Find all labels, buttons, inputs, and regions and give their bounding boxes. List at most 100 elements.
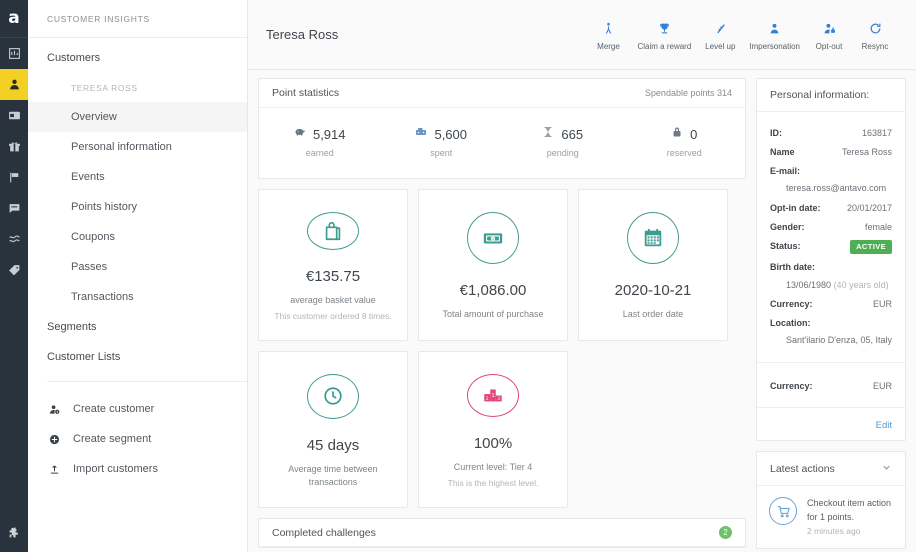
nav-item-personal-information[interactable]: Personal information bbox=[28, 132, 247, 162]
opt-out-button[interactable]: Opt-out bbox=[806, 18, 852, 51]
kpi-avg-time-value: 45 days bbox=[306, 436, 360, 454]
impersonation-button[interactable]: Impersonation bbox=[743, 18, 806, 51]
upload-icon bbox=[47, 464, 61, 475]
pi-value-birthdate: 13/06/1980 (40 years old) bbox=[770, 277, 892, 295]
kpi-circle-basket bbox=[307, 212, 359, 250]
merge-person-icon bbox=[602, 18, 615, 38]
pi-value-id: 163817 bbox=[861, 127, 892, 138]
pi-key-name: Name bbox=[770, 146, 795, 157]
opt-out-label: Opt-out bbox=[815, 42, 843, 51]
chevron-down-icon[interactable] bbox=[881, 462, 892, 476]
pi-row-location: Location: bbox=[770, 313, 892, 332]
kpi-last-order-value: 2020-10-21 bbox=[614, 282, 692, 299]
nav-item-overview[interactable]: Overview bbox=[28, 102, 247, 132]
logo-glyph: a bbox=[8, 8, 20, 28]
latest-actions-title: Latest actions bbox=[770, 462, 835, 475]
import-customers-label: Import customers bbox=[73, 463, 158, 475]
nav-actions: Create customer Create segment Import cu… bbox=[28, 382, 247, 484]
rail-item-messages[interactable] bbox=[0, 193, 28, 224]
rail-item-campaigns[interactable] bbox=[0, 162, 28, 193]
app-logo[interactable]: a bbox=[0, 0, 28, 38]
personal-information-title: Personal information: bbox=[757, 79, 905, 112]
right-column: Personal information: ID: 163817 Name Te… bbox=[756, 78, 906, 552]
pi-key-currency-2: Currency: bbox=[770, 380, 813, 391]
kpi-basket-sub2: This customer ordered 8 times. bbox=[274, 310, 392, 321]
latest-actions-header[interactable]: Latest actions bbox=[757, 452, 905, 487]
rail-item-wallet[interactable] bbox=[0, 100, 28, 131]
completed-challenges-title: Completed challenges bbox=[272, 526, 376, 539]
pi-row-status: Status: ACTIVE bbox=[770, 236, 892, 257]
pi-value-name: Teresa Ross bbox=[841, 146, 892, 157]
rail-item-dashboard[interactable] bbox=[0, 38, 28, 69]
create-segment-button[interactable]: Create segment bbox=[28, 424, 247, 454]
lock-icon bbox=[671, 125, 683, 143]
pi-value-currency: EUR bbox=[872, 298, 892, 309]
create-customer-button[interactable]: Create customer bbox=[28, 394, 247, 424]
kpi-circle-money bbox=[467, 212, 519, 264]
nav-item-segments[interactable]: Segments bbox=[28, 312, 247, 342]
left-column: Point statistics Spendable points 314 5,… bbox=[258, 78, 746, 552]
stat-spent-row: 5,600 bbox=[415, 125, 467, 143]
pi-value-optin: 20/01/2017 bbox=[846, 202, 892, 213]
nav-item-transactions[interactable]: Transactions bbox=[28, 282, 247, 312]
completed-challenges-count: 2 bbox=[719, 526, 732, 539]
tag-icon bbox=[8, 265, 19, 276]
rail-item-tags[interactable] bbox=[0, 255, 28, 286]
status-badge: ACTIVE bbox=[850, 239, 892, 254]
svg-text:3: 3 bbox=[497, 396, 500, 401]
rail-item-integrations[interactable] bbox=[0, 512, 28, 552]
stat-spent: 5,600 spent bbox=[381, 125, 503, 158]
pi-value-location: Sant'ilario D'enza, 05, Italy bbox=[786, 335, 892, 346]
add-user-icon bbox=[47, 404, 61, 415]
customers-icon bbox=[9, 79, 19, 90]
page-title: Teresa Ross bbox=[266, 27, 339, 42]
claim-reward-button[interactable]: Claim a reward bbox=[632, 18, 698, 51]
flag-icon bbox=[9, 172, 18, 183]
rail-item-flows[interactable] bbox=[0, 224, 28, 255]
rail-item-rewards[interactable] bbox=[0, 131, 28, 162]
nav-item-passes[interactable]: Passes bbox=[28, 252, 247, 282]
kpi-level-sub: Current level: Tier 4 bbox=[453, 461, 533, 472]
pi-birthdate-value: 13/06/1980 bbox=[786, 279, 832, 290]
resync-label: Resync bbox=[861, 42, 889, 51]
header-actions: Merge Claim a reward Level up Impersonat… bbox=[586, 18, 899, 51]
pi-birthdate-age: (40 years old) bbox=[833, 279, 889, 290]
kpi-row-1: €135.75 average basket value This custom… bbox=[258, 189, 746, 341]
completed-challenges-header[interactable]: Completed challenges 2 bbox=[259, 519, 745, 547]
svg-text:2: 2 bbox=[486, 396, 489, 402]
pi-key-optin: Opt-in date: bbox=[770, 202, 821, 213]
kpi-avg-time-sub: Average time between transactions bbox=[288, 463, 378, 487]
rail-item-customers[interactable] bbox=[0, 69, 28, 100]
latest-action-text: Checkout item action for 1 points. 2 min… bbox=[807, 497, 891, 536]
spendable-points: Spendable points 314 bbox=[644, 88, 732, 98]
pi-value-email: teresa.ross@antavo.com bbox=[786, 183, 887, 194]
merge-button[interactable]: Merge bbox=[586, 18, 632, 51]
stat-spent-value: 5,600 bbox=[434, 126, 468, 142]
pi-row-currency: Currency: EUR bbox=[770, 294, 892, 313]
nav-item-points-history[interactable]: Points history bbox=[28, 192, 247, 222]
podium-icon: 1 2 3 bbox=[484, 389, 502, 402]
edit-link[interactable]: Edit bbox=[876, 420, 892, 431]
pi-key-currency: Currency: bbox=[770, 298, 813, 309]
nav-root-customers[interactable]: Customers bbox=[28, 43, 247, 73]
nav-item-events[interactable]: Events bbox=[28, 162, 247, 192]
main-area: Teresa Ross Merge Claim a reward Level u… bbox=[248, 0, 916, 552]
import-customers-button[interactable]: Import customers bbox=[28, 454, 247, 484]
nav-group-customers: Customers TERESA ROSS Overview Personal … bbox=[28, 38, 247, 372]
wallet-icon bbox=[8, 111, 20, 120]
nav-item-customer-lists[interactable]: Customer Lists bbox=[28, 342, 247, 372]
stat-pending-row: 665 bbox=[542, 125, 583, 143]
nav-item-coupons[interactable]: Coupons bbox=[28, 222, 247, 252]
create-segment-label: Create segment bbox=[73, 433, 152, 445]
create-customer-label: Create customer bbox=[73, 403, 155, 415]
nav-current-customer: TERESA ROSS bbox=[71, 82, 138, 93]
point-statistics-title: Point statistics bbox=[272, 87, 340, 99]
app-root: a CUSTOMER INSIGHTS Customers TERESA ROS… bbox=[0, 0, 916, 552]
resync-button[interactable]: Resync bbox=[852, 18, 898, 51]
nav-section-title: CUSTOMER INSIGHTS bbox=[28, 0, 247, 38]
stat-earned: 5,914 earned bbox=[259, 125, 381, 158]
piggy-bank-icon bbox=[294, 125, 306, 143]
kpi-level-sub2: This is the highest level. bbox=[447, 477, 539, 488]
cash-register-icon bbox=[415, 125, 427, 143]
level-up-button[interactable]: Level up bbox=[697, 18, 743, 51]
